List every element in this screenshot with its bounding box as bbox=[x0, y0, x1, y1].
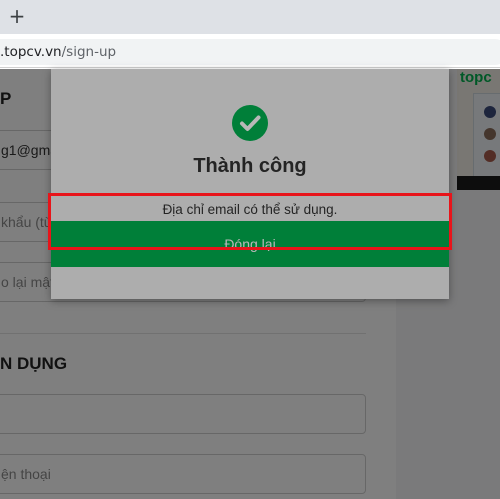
tab-strip: + bbox=[0, 0, 500, 34]
new-tab-button[interactable]: + bbox=[6, 4, 28, 28]
address-bar[interactable]: .topcv.vn/sign-up bbox=[0, 39, 500, 65]
browser-toolbar: .topcv.vn/sign-up bbox=[0, 34, 500, 68]
url-path: /sign-up bbox=[61, 44, 117, 60]
dialog-dim-layer bbox=[51, 69, 449, 299]
highlight-box bbox=[48, 193, 452, 250]
url-host: .topcv.vn bbox=[0, 44, 62, 60]
